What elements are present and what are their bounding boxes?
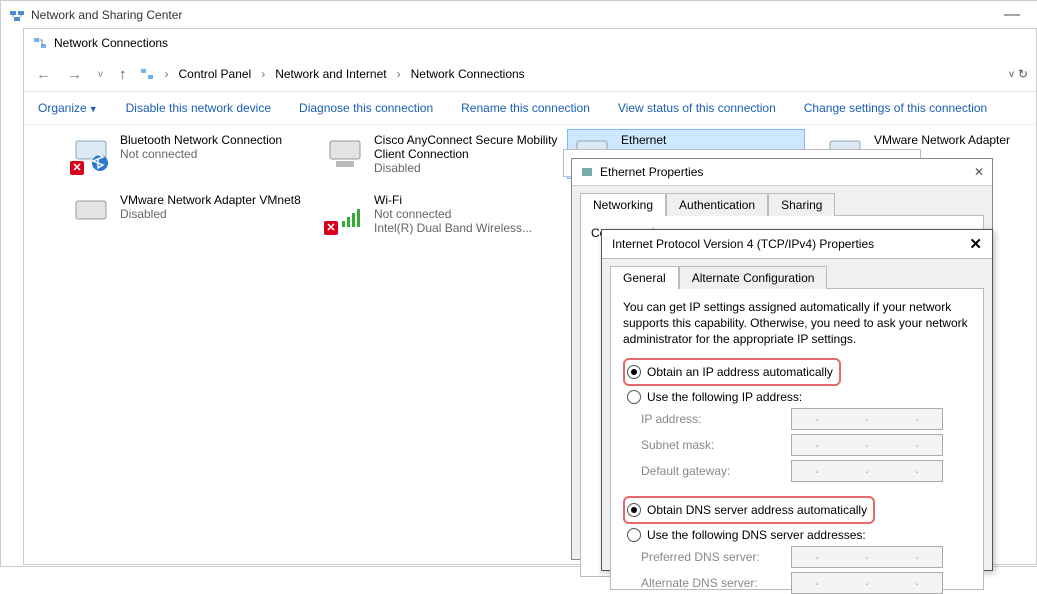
ipv4-properties-dialog: Internet Protocol Version 4 (TCP/IPv4) P…	[601, 229, 993, 571]
chevron-right-icon[interactable]: ›	[397, 67, 401, 81]
connection-status: Disabled	[374, 161, 564, 175]
tab-authentication[interactable]: Authentication	[666, 193, 768, 216]
connection-status: Not connected	[374, 207, 532, 221]
radio-label: Obtain DNS server address automatically	[647, 503, 867, 517]
dialog-titlebar[interactable]: Ethernet Properties ✕	[572, 159, 992, 186]
radio-label: Use the following IP address:	[647, 390, 802, 404]
network-connections-icon	[32, 35, 48, 51]
window-titlebar[interactable]: Network Connections	[24, 29, 1036, 57]
close-button[interactable]: ✕	[969, 235, 982, 253]
ipv4-description: You can get IP settings assigned automat…	[623, 299, 971, 348]
tab-networking[interactable]: Networking	[580, 193, 666, 216]
subnet-mask-input: ...	[791, 434, 943, 456]
address-dropdown[interactable]: v	[1009, 69, 1014, 80]
connection-name: Bluetooth Network Connection	[120, 133, 282, 147]
path-icon	[139, 66, 155, 82]
connection-detail: Intel(R) Dual Band Wireless...	[374, 221, 532, 235]
radio-label: Use the following DNS server addresses:	[647, 528, 866, 542]
radio-icon	[627, 528, 641, 542]
default-gateway-input: ...	[791, 460, 943, 482]
diagnose-button[interactable]: Diagnose this connection	[299, 101, 433, 115]
radio-icon	[627, 365, 641, 379]
connection-item-vmnet8[interactable]: VMware Network Adapter VMnet8 Disabled	[70, 193, 310, 235]
connection-name: VMware Network Adapter VMnet8	[120, 193, 301, 207]
ethernet-icon	[580, 165, 594, 179]
window-titlebar[interactable]: Network and Sharing Center —	[1, 1, 1037, 29]
highlight-annotation: Obtain DNS server address automatically	[623, 496, 875, 524]
subnet-mask-label: Subnet mask:	[641, 438, 791, 452]
connection-item-wifi[interactable]: ✕ Wi-Fi Not connected Intel(R) Dual Band…	[324, 193, 564, 235]
connection-name: VMware Network Adapter	[874, 133, 1010, 147]
command-bar: Organize▼ Disable this network device Di…	[24, 92, 1036, 125]
back-button[interactable]: ←	[32, 64, 55, 85]
alternate-dns-label: Alternate DNS server:	[641, 576, 791, 590]
connection-status: Not connected	[120, 147, 282, 161]
ipv4-body: You can get IP settings assigned automat…	[610, 288, 984, 590]
refresh-button[interactable]: ↻	[1018, 67, 1028, 81]
connection-name: Cisco AnyConnect Secure Mobility Client …	[374, 133, 564, 161]
chevron-right-icon[interactable]: ›	[165, 67, 169, 81]
tab-general[interactable]: General	[610, 266, 679, 289]
radio-icon	[627, 503, 641, 517]
radio-obtain-ip-auto[interactable]: Obtain an IP address automatically	[627, 365, 833, 379]
window-title: Network Connections	[54, 36, 168, 50]
preferred-dns-label: Preferred DNS server:	[641, 550, 791, 564]
organize-menu[interactable]: Organize▼	[38, 101, 98, 115]
recent-dropdown[interactable]: v	[94, 67, 107, 82]
forward-button[interactable]: →	[63, 64, 86, 85]
dialog-title: Internet Protocol Version 4 (TCP/IPv4) P…	[612, 237, 874, 251]
dialog-title: Ethernet Properties	[600, 165, 703, 179]
alternate-dns-input: ...	[791, 572, 943, 594]
close-button[interactable]: ✕	[974, 165, 984, 179]
connection-status: Disabled	[120, 207, 301, 221]
disable-device-button[interactable]: Disable this network device	[126, 101, 271, 115]
view-status-button[interactable]: View status of this connection	[618, 101, 776, 115]
breadcrumb[interactable]: Network and Internet	[275, 67, 386, 81]
vpn-adapter-icon	[324, 133, 366, 175]
tab-alternate-config[interactable]: Alternate Configuration	[679, 266, 828, 289]
minimize-button[interactable]: —	[994, 6, 1030, 24]
connection-name: Ethernet	[621, 133, 666, 147]
network-sharing-center-window: Network and Sharing Center — Network Con…	[0, 0, 1037, 567]
connection-item-bluetooth[interactable]: ✕ Bluetooth Network Connection Not conne…	[70, 133, 310, 175]
dialog-titlebar[interactable]: Internet Protocol Version 4 (TCP/IPv4) P…	[602, 230, 992, 259]
chevron-right-icon[interactable]: ›	[261, 67, 265, 81]
ip-address-input: ...	[791, 408, 943, 430]
radio-use-ip[interactable]: Use the following IP address:	[627, 390, 971, 404]
tab-sharing[interactable]: Sharing	[768, 193, 835, 216]
default-gateway-label: Default gateway:	[641, 464, 791, 478]
highlight-annotation: Obtain an IP address automatically	[623, 358, 841, 386]
network-center-icon	[9, 7, 25, 23]
radio-obtain-dns-auto[interactable]: Obtain DNS server address automatically	[627, 503, 867, 517]
radio-use-dns[interactable]: Use the following DNS server addresses:	[627, 528, 971, 542]
breadcrumb[interactable]: Network Connections	[411, 67, 525, 81]
connection-item-cisco[interactable]: Cisco AnyConnect Secure Mobility Client …	[324, 133, 564, 175]
connection-name: Wi-Fi	[374, 193, 532, 207]
radio-label: Obtain an IP address automatically	[647, 365, 833, 379]
breadcrumb[interactable]: Control Panel	[179, 67, 252, 81]
address-bar: ← → v ↑ › Control Panel › Network and In…	[24, 57, 1036, 92]
up-button[interactable]: ↑	[115, 64, 131, 85]
rename-button[interactable]: Rename this connection	[461, 101, 590, 115]
ip-address-label: IP address:	[641, 412, 791, 426]
window-title: Network and Sharing Center	[31, 8, 182, 22]
radio-icon	[627, 390, 641, 404]
change-settings-button[interactable]: Change settings of this connection	[804, 101, 987, 115]
error-overlay-icon: ✕	[324, 221, 338, 235]
virtual-adapter-icon	[70, 193, 112, 235]
error-overlay-icon: ✕	[70, 161, 84, 175]
preferred-dns-input: ...	[791, 546, 943, 568]
